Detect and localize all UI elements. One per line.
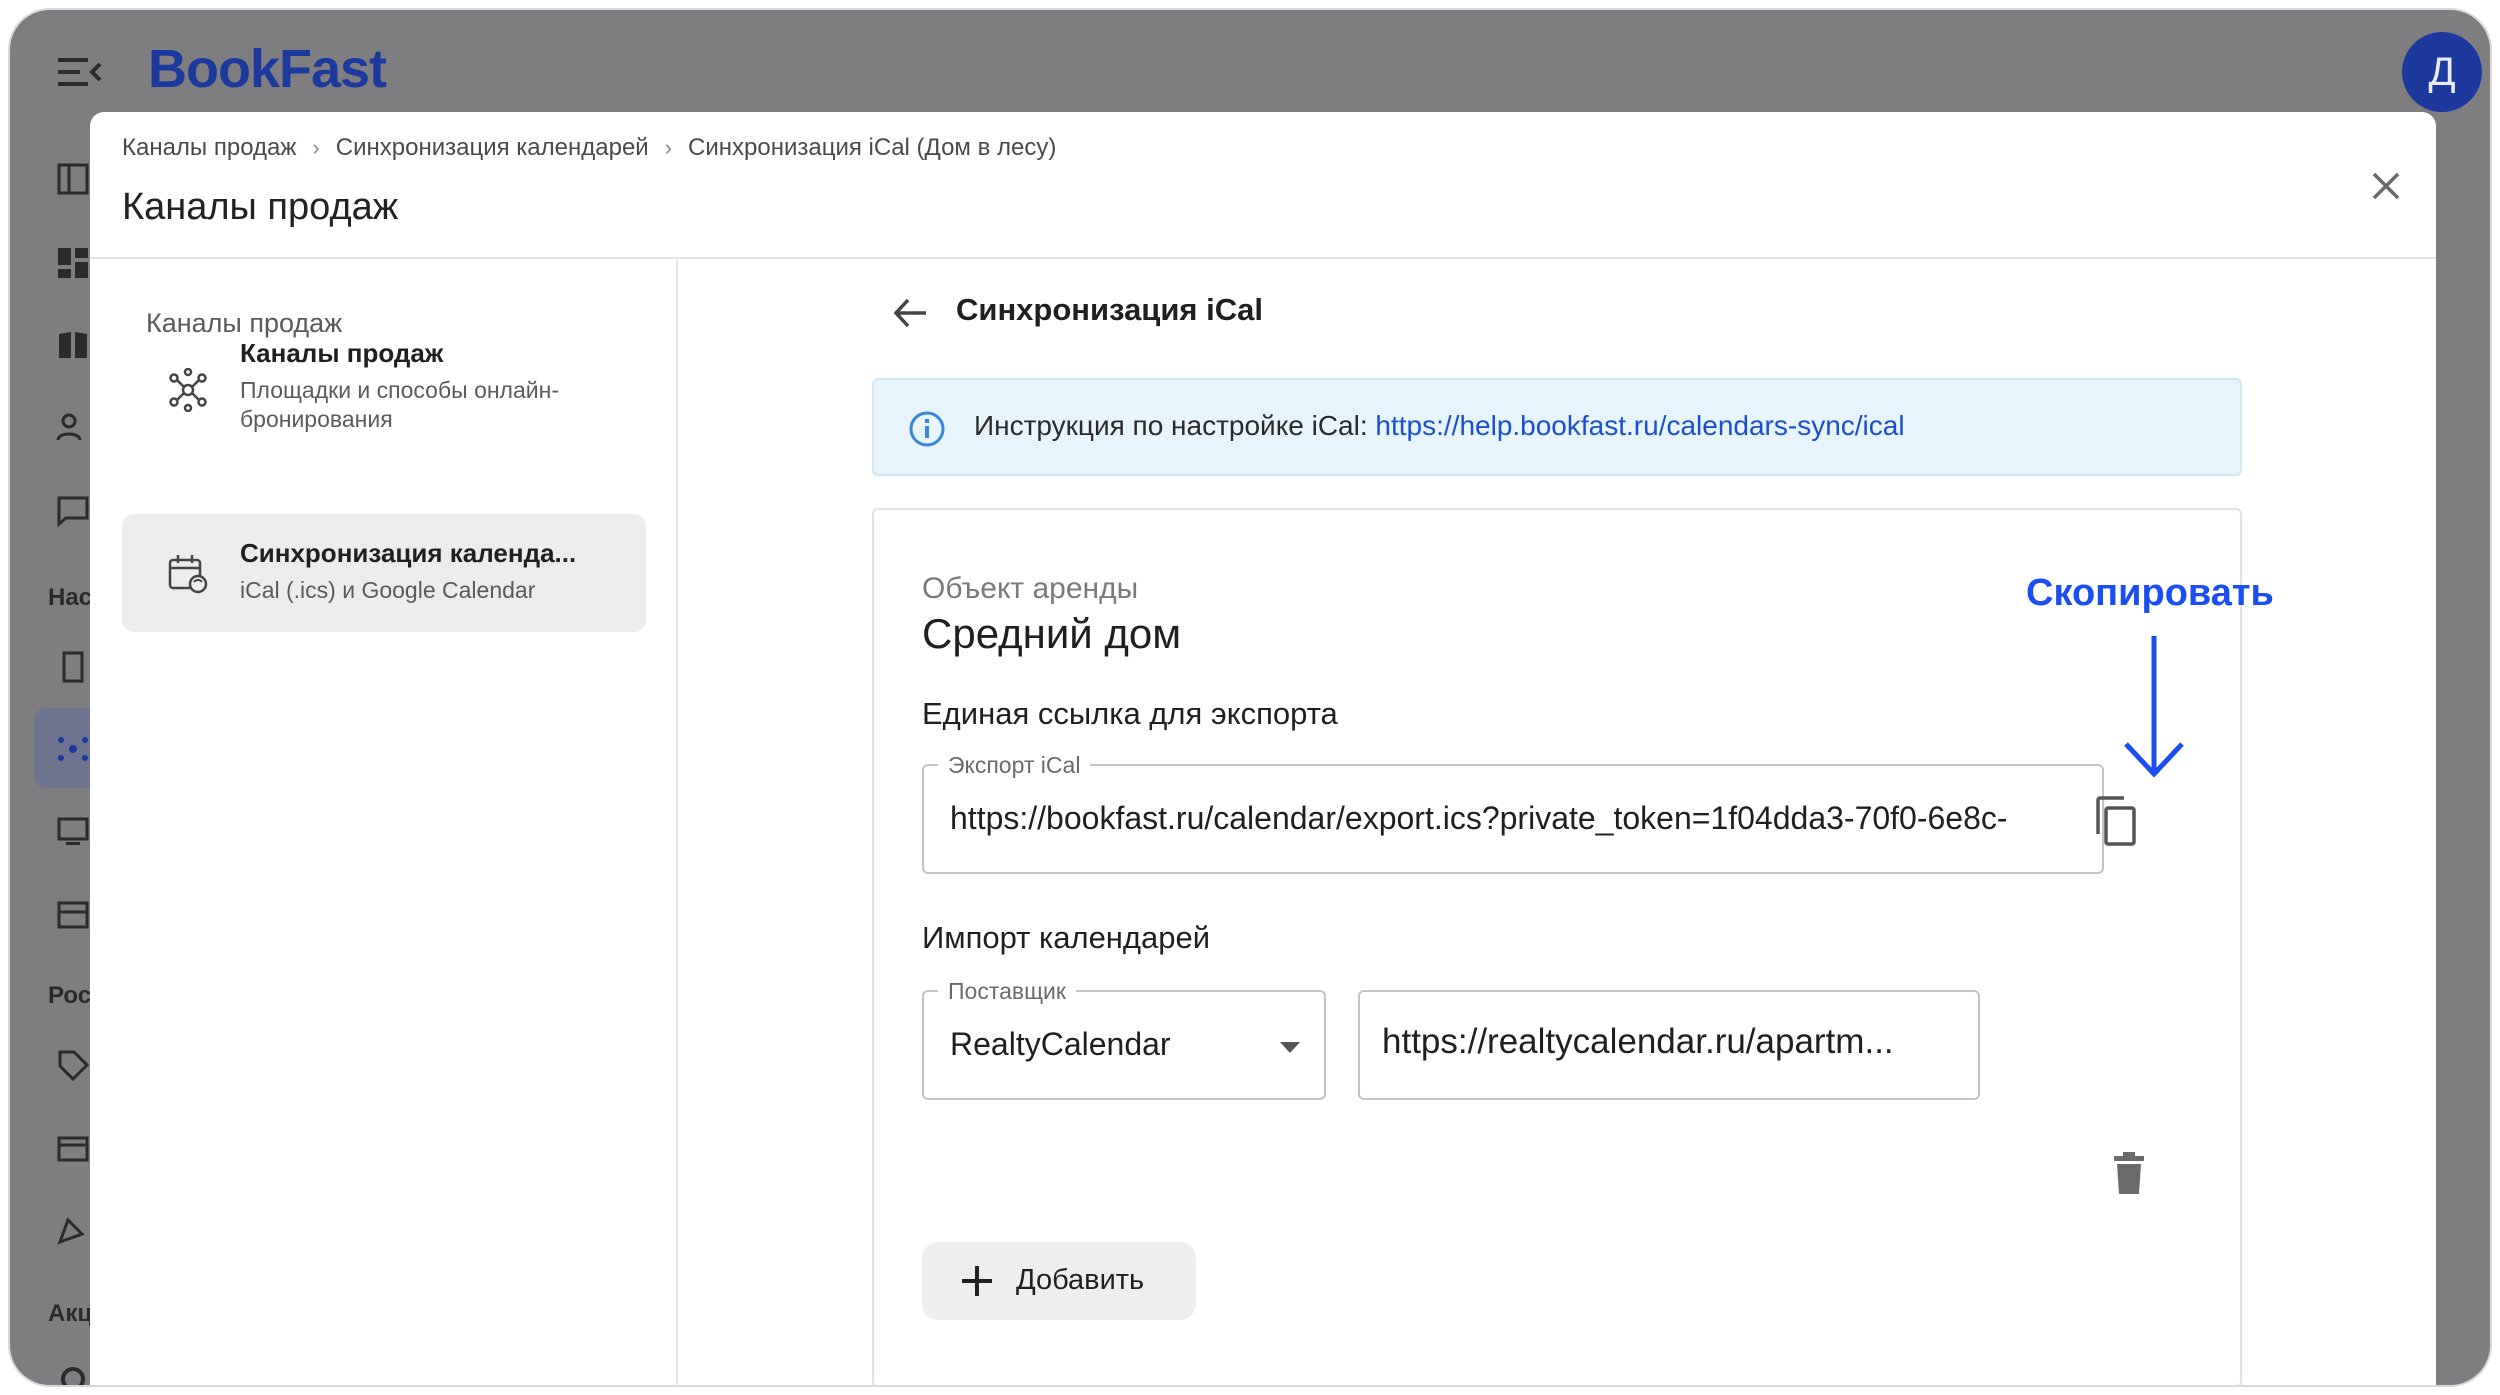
info-label: Инструкция по настройке iCal: (974, 410, 1376, 441)
export-heading: Единая ссылка для экспорта (922, 696, 1338, 731)
nav-item-title: Синхронизация календа... (240, 538, 577, 568)
tag-icon[interactable] (56, 1048, 90, 1082)
layout-icon[interactable] (56, 162, 90, 196)
panel-title: Синхронизация iCal (956, 292, 1263, 327)
provider-label: Поставщик (938, 978, 1076, 1005)
party-icon[interactable] (56, 1212, 90, 1246)
arrow-back-icon[interactable] (888, 290, 934, 336)
sidebar-section-label: Нас (48, 584, 93, 611)
nav-item-calendar-sync[interactable]: Синхронизация календа... iCal (.ics) и G… (122, 514, 646, 632)
nav-item-subtitle: Площадки и способы онлайн-бронирования (240, 377, 559, 432)
nav-item-title: Каналы продаж (240, 338, 444, 368)
nav-section-title: Каналы продаж (146, 308, 343, 338)
network-icon[interactable] (56, 732, 90, 766)
export-ical-field[interactable]: Экспорт iCal https://bookfast.ru/calenda… (922, 752, 2104, 874)
add-button[interactable]: Добавить (922, 1242, 1196, 1320)
header-divider (90, 257, 2436, 259)
provider-select[interactable]: Поставщик RealtyCalendar (922, 978, 1326, 1100)
close-icon[interactable] (2362, 162, 2410, 210)
app-window: BookFast Д Нас Рос Акц Каналы продаж › С… (8, 8, 2492, 1387)
book-icon[interactable] (56, 328, 90, 362)
calendar-sync-icon (168, 555, 208, 594)
provider-value: RealtyCalendar (950, 1026, 1171, 1062)
nav-divider (676, 259, 678, 1385)
import-url-field[interactable]: https://realtycalendar.ru/apartm... (1358, 990, 1980, 1100)
info-banner: Инструкция по настройке iCal: https://he… (872, 378, 2242, 476)
copy-icon[interactable] (2092, 794, 2138, 848)
trash-icon[interactable] (2112, 1152, 2146, 1194)
import-heading: Импорт календарей (922, 920, 1211, 955)
export-field-label: Экспорт iCal (938, 752, 1091, 779)
arrow-down-icon (2124, 636, 2184, 778)
chat-icon[interactable] (56, 494, 90, 528)
nav-item-sales-channels[interactable]: Каналы продаж Площадки и способы онлайн-… (122, 338, 646, 456)
chevron-right-icon: › (664, 135, 673, 160)
info-icon (909, 411, 945, 447)
breadcrumb-item: Синхронизация iCal (Дом в лесу) (688, 134, 1057, 161)
network-icon (169, 368, 207, 412)
gear-icon[interactable] (56, 1362, 90, 1387)
app-logo[interactable]: BookFast (148, 38, 387, 100)
export-url-value: https://bookfast.ru/calendar/export.ics?… (950, 800, 2008, 836)
breadcrumb-item[interactable]: Каналы продаж (122, 134, 296, 162)
dashboard-icon[interactable] (56, 246, 90, 280)
import-url-value: https://realtycalendar.ru/apartm... (1382, 1022, 1894, 1061)
help-link[interactable]: https://help.bookfast.ru/calendars-sync/… (1375, 410, 1904, 441)
chevron-right-icon: › (312, 135, 320, 160)
sidebar-section-label: Акц (48, 1300, 93, 1327)
avatar[interactable]: Д (2402, 32, 2482, 112)
breadcrumb: Каналы продаж › Синхронизация календарей… (122, 134, 1056, 162)
breadcrumb-item[interactable]: Синхронизация календарей (336, 134, 649, 162)
monitor-icon[interactable] (56, 814, 90, 848)
add-button-label: Добавить (1016, 1264, 1145, 1296)
rental-object-card: Объект аренды Средний дом Единая ссылка … (872, 508, 2242, 1385)
page-title: Каналы продаж (122, 186, 399, 228)
object-name: Средний дом (922, 610, 1182, 657)
sidebar-section-label: Рос (48, 982, 92, 1009)
copy-annotation-label: Скопировать (2026, 572, 2274, 614)
table-icon[interactable] (56, 898, 90, 932)
dropdown-arrow-icon (1280, 1042, 1300, 1053)
object-label: Объект аренды (922, 572, 1139, 605)
nav-item-subtitle: iCal (.ics) и Google Calendar (240, 577, 536, 603)
info-text: Инструкция по настройке iCal: https://he… (974, 410, 1905, 442)
menu-collapse-icon[interactable] (58, 54, 102, 90)
sales-channels-modal: Каналы продаж › Синхронизация календарей… (90, 112, 2436, 1385)
door-icon[interactable] (56, 650, 90, 684)
users-icon[interactable] (56, 410, 90, 444)
store-icon[interactable] (56, 1130, 90, 1164)
plus-icon (962, 1266, 992, 1296)
